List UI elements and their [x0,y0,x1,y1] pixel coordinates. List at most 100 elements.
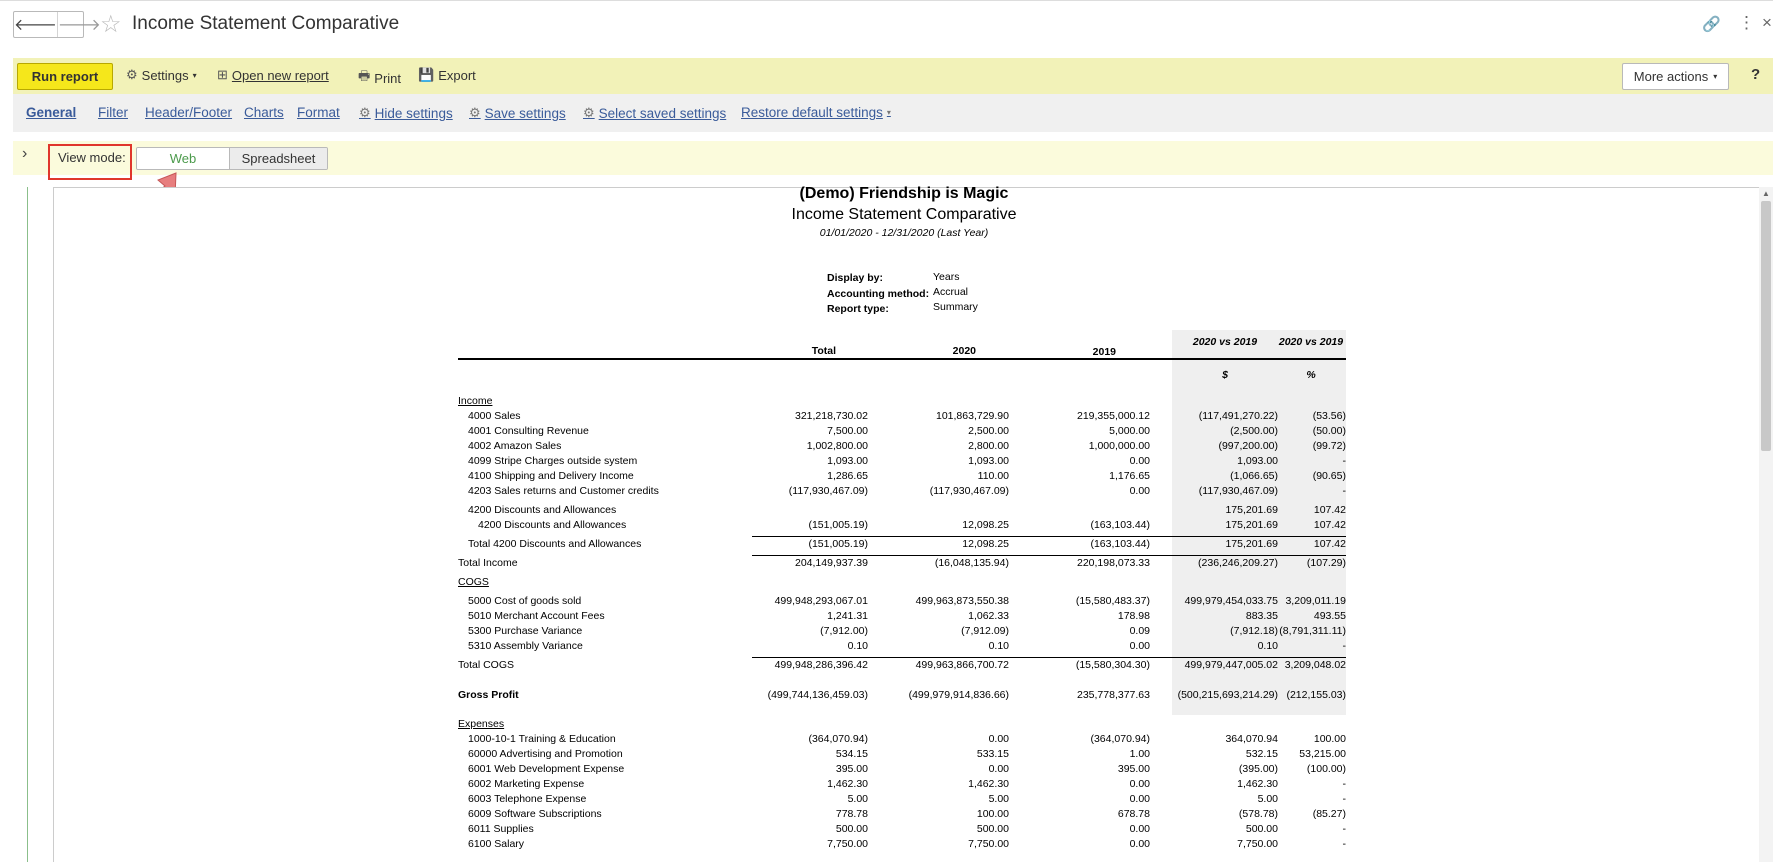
chevron-right-icon[interactable]: › [22,145,27,163]
row-value: 0.00 [1129,793,1150,805]
row-value: 7,750.00 [1237,838,1278,850]
tab-header-footer[interactable]: Header/Footer [145,105,232,120]
row-value: 7,750.00 [968,838,1009,850]
open-new-report-link[interactable]: ⊞ Open new report [217,67,329,83]
save-settings-link[interactable]: ⚙ Save settings [469,105,566,121]
meta-label: Accounting method: [827,288,930,300]
link-icon[interactable]: 🔗 [1702,15,1721,33]
row-value: (107.29) [1306,557,1346,569]
tab-filter[interactable]: Filter [98,105,128,120]
column-header-2019: 2019 [1092,346,1116,358]
table-row: 4200 Discounts and Allowances (151,005.19… [458,519,1346,534]
run-report-button[interactable]: Run report [17,63,113,90]
print-button[interactable]: 🖶 Print [358,67,401,89]
row-value: 778.78 [835,808,868,820]
row-value: - [1342,793,1347,805]
row-value: (212,155.03) [1286,689,1346,701]
row-value: - [1342,455,1347,467]
hide-settings-link[interactable]: ⚙ Hide settings [359,105,453,121]
row-value: (7,912.09) [961,625,1009,637]
row-label: 5000 Cost of goods sold [468,595,582,607]
row-value: (8,791,311.11) [1279,625,1346,637]
table-row: Income [458,395,1346,410]
row-value: 7,500.00 [827,425,868,437]
tab-charts[interactable]: Charts [244,105,284,120]
export-button[interactable]: 💾 Export [418,67,476,83]
table-row: 5000 Cost of goods sold 499,948,293,067.0… [458,595,1346,610]
tab-format[interactable]: Format [297,105,340,120]
row-value: 7,750.00 [827,838,868,850]
row-value: 500.00 [976,823,1009,835]
meta-value: Years [933,271,960,283]
row-value: 5.00 [1257,793,1278,805]
column-unit-diff: $ [1222,369,1228,381]
scroll-up-arrow-icon[interactable]: ▲ [1762,189,1770,198]
table-row: 4000 Sales 321,218,730.02 101,863,729.90 21… [458,410,1346,425]
forward-arrow-icon[interactable]: 🡒 [56,12,101,37]
row-value: - [1342,838,1347,850]
settings-button[interactable]: ⚙ Settings ▾ [126,67,197,83]
meta-label: Display by: [827,272,884,284]
row-value: 0.00 [988,763,1009,775]
row-value: 321,218,730.02 [795,410,868,422]
row-value: 395.00 [835,763,868,775]
kebab-menu-icon[interactable]: ⋮ [1738,13,1755,33]
table-row: 6009 Software Subscriptions 778.78 100.00 6… [458,808,1346,823]
row-label: 1000-10-1 Training & Education [468,733,616,745]
row-value: 1,176.65 [1109,470,1150,482]
row-value: (15,580,304.30) [1075,659,1150,671]
row-value: (100.00) [1306,763,1346,775]
select-saved-settings-link[interactable]: ⚙ Select saved settings [583,105,726,121]
help-button[interactable]: ? [1751,66,1760,83]
row-value: 12,098.25 [962,519,1009,531]
scroll-thumb[interactable] [1761,201,1771,451]
row-label: 4001 Consulting Revenue [468,425,589,437]
row-label: Gross Profit [458,689,519,701]
save-settings-label: Save settings [484,105,566,121]
row-label: 4203 Sales returns and Customer credits [468,485,659,497]
row-value: 219,355,000.12 [1077,410,1150,422]
row-value: (364,070.94) [1090,733,1150,745]
row-value: (117,491,270.22) [1198,410,1278,422]
row-value: 0.00 [1129,778,1150,790]
row-value: 500.00 [1245,823,1278,835]
row-label: 6002 Marketing Expense [468,778,585,790]
row-value: 0.00 [1129,455,1150,467]
back-arrow-icon[interactable]: 🡐 [14,12,57,37]
view-mode-toggle: Web Spreadsheet [136,147,328,170]
subtotal-rule [752,555,1346,556]
table-row: 5310 Assembly Variance 0.10 0.10 0.00 0.10 - [458,640,1346,655]
tab-general[interactable]: General [26,105,76,120]
view-mode-web-button[interactable]: Web [137,148,230,169]
row-label: 6009 Software Subscriptions [468,808,602,820]
row-value: 0.10 [1257,640,1278,652]
more-actions-label: More actions [1633,69,1709,84]
row-value: - [1342,778,1347,790]
more-actions-button[interactable]: More actions ▾ [1622,63,1729,90]
row-value: 1,002,800.00 [806,440,868,452]
view-mode-spreadsheet-button[interactable]: Spreadsheet [230,148,327,169]
row-value: 1,462.30 [968,778,1009,790]
row-value: (16,048,135.94) [934,557,1009,569]
row-value: 499,979,447,005.02 [1184,659,1278,671]
column-unit-pct: % [1306,369,1316,381]
close-icon[interactable]: × [1762,13,1772,33]
row-value: (236,246,209.27) [1198,557,1278,569]
row-value: 1,286.65 [827,470,868,482]
row-value: 107.42 [1313,519,1346,531]
table-row: 6002 Marketing Expense 1,462.30 1,462.30 0.… [458,778,1346,793]
gear-icon: ⚙ [469,105,481,120]
favorite-star-icon[interactable]: ☆ [100,11,122,38]
table-row: 5300 Purchase Variance (7,912.00) (7,912.0… [458,625,1346,640]
restore-default-settings-link[interactable]: Restore default settings ▾ [741,105,891,120]
subtotal-rule [752,536,1346,537]
row-value: 532.15 [1245,748,1278,760]
row-value: (151,005.19) [808,538,868,550]
command-bar: Run report ⚙ Settings ▾ ⊞ Open new repor… [13,58,1773,94]
column-header-diff: 2020 vs 2019 [1192,336,1258,348]
gear-icon: ⚙ [126,67,138,82]
vertical-scrollbar[interactable]: ▲ [1759,187,1773,862]
settings-label: Settings [141,67,189,83]
table-row: 6003 Telephone Expense 5.00 5.00 0.00 5.00 - [458,793,1346,808]
table-row: 6011 Supplies 500.00 500.00 0.00 500.00 - [458,823,1346,838]
